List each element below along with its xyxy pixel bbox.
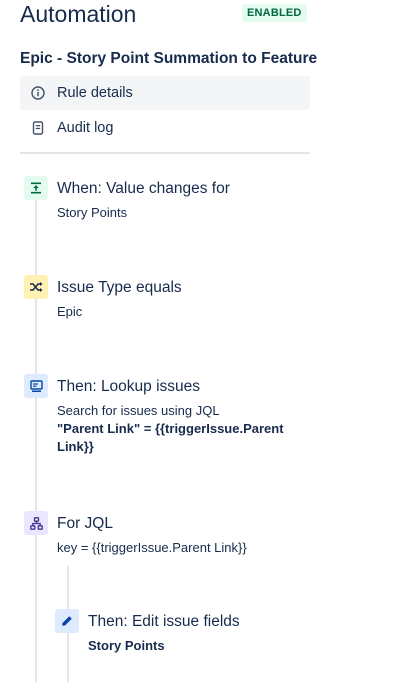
step-title: When: Value changes for xyxy=(57,180,230,197)
info-icon xyxy=(31,86,45,100)
header: Automation ENABLED xyxy=(20,0,390,30)
document-icon xyxy=(31,121,45,135)
nav-label: Audit log xyxy=(57,120,114,136)
step-title: Then: Lookup issues xyxy=(57,378,201,395)
step-title: For JQL xyxy=(57,515,113,532)
step-subtitle: Story Points xyxy=(57,205,128,220)
status-badge: ENABLED xyxy=(242,4,307,22)
branch-step[interactable]: For JQL key = {{triggerIssue.Parent Link… xyxy=(24,511,324,561)
nav-rule-details[interactable]: Rule details xyxy=(20,76,310,110)
step-title: Then: Edit issue fields xyxy=(88,613,240,630)
jql-query: "Parent Link" = {{triggerIssue.Parent Li… xyxy=(57,420,307,456)
edit-fields-step[interactable]: Then: Edit issue fields Story Points xyxy=(55,609,355,659)
step-subtitle: key = {{triggerIssue.Parent Link}} xyxy=(57,540,247,555)
pencil-icon xyxy=(55,609,79,633)
page-title: Automation xyxy=(20,1,137,27)
step-subtitle: Story Points xyxy=(88,638,165,653)
lookup-step[interactable]: Then: Lookup issues Search for issues us… xyxy=(24,374,324,464)
nav-label: Rule details xyxy=(57,85,133,101)
condition-step[interactable]: Issue Type equals Epic xyxy=(24,275,324,325)
rule-name: Epic - Story Point Summation to Feature xyxy=(20,50,318,67)
step-title: Issue Type equals xyxy=(57,279,182,296)
trigger-step[interactable]: When: Value changes for Story Points xyxy=(24,176,324,226)
branch-icon xyxy=(24,511,48,535)
nav-audit-log[interactable]: Audit log xyxy=(20,111,310,145)
value-change-icon xyxy=(24,176,48,200)
shuffle-icon xyxy=(24,275,48,299)
step-subtitle: Epic xyxy=(57,304,83,319)
divider xyxy=(20,152,310,154)
lookup-issues-icon xyxy=(24,374,48,398)
jql-query-text: "Parent Link" = {{triggerIssue.Parent Li… xyxy=(57,421,284,454)
step-subtitle: Search for issues using JQL xyxy=(57,403,220,418)
